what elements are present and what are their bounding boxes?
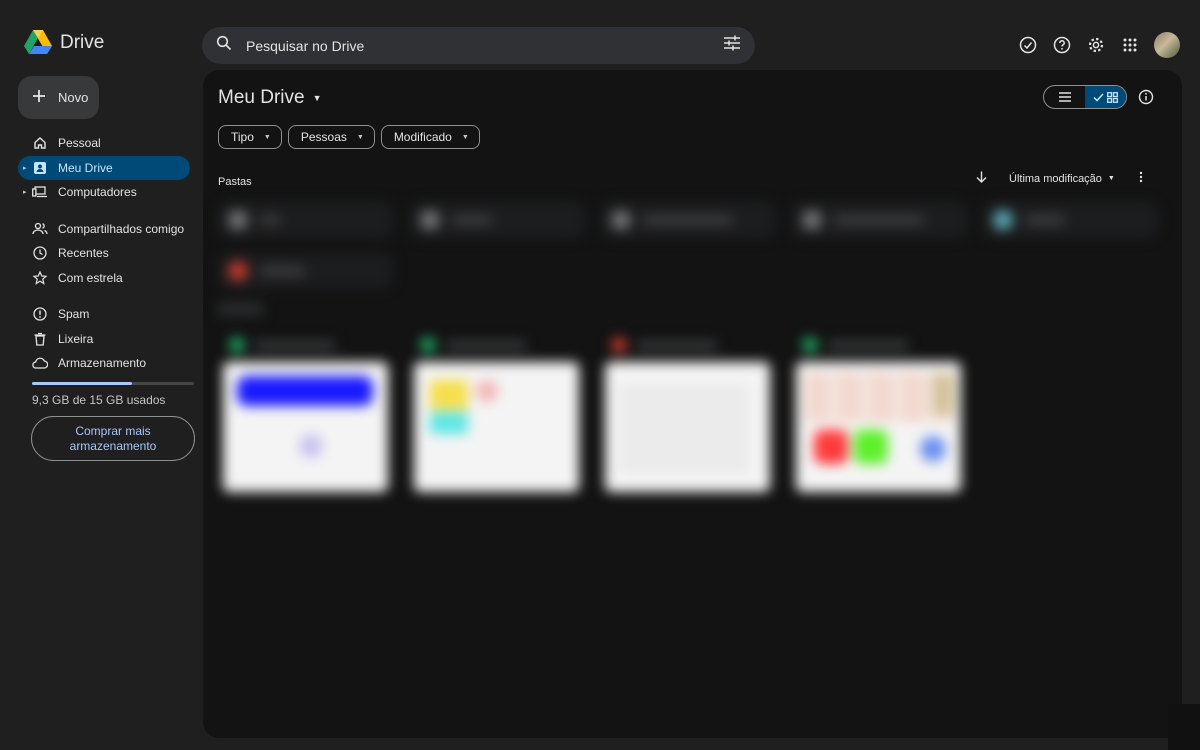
spam-icon <box>32 306 48 322</box>
app-name: Drive <box>60 31 105 53</box>
grid-view-button[interactable] <box>1085 86 1126 108</box>
sidebar-item-compartilhados[interactable]: Compartilhados comigo <box>18 217 190 242</box>
settings-gear-icon[interactable] <box>1086 35 1106 55</box>
section-heading-files <box>218 302 263 316</box>
dropdown-arrow-icon: ▼ <box>1107 175 1115 182</box>
apps-grid-icon[interactable] <box>1120 35 1140 55</box>
expand-arrow-icon[interactable]: ▸ <box>23 164 27 172</box>
new-button-label: Novo <box>58 90 89 105</box>
expand-arrow-icon[interactable]: ▸ <box>23 188 27 196</box>
folder-tile[interactable] <box>983 202 1158 238</box>
dropdown-arrow-icon: ▼ <box>461 133 469 141</box>
sidebar-item-label: Computadores <box>58 185 137 200</box>
sort-controls: Última modificação ▼ <box>976 171 1143 186</box>
star-icon <box>32 270 48 286</box>
sidebar-item-computadores[interactable]: ▸ Computadores <box>18 180 190 205</box>
plus-icon <box>32 89 46 106</box>
buy-storage-button[interactable]: Comprar mais armazenamento <box>31 416 195 461</box>
dropdown-arrow-icon: ▼ <box>263 133 271 141</box>
list-icon <box>1058 92 1071 102</box>
section-heading-folders: Pastas <box>218 176 252 188</box>
filter-chip-label: Pessoas <box>300 130 347 144</box>
clock-icon <box>32 245 48 261</box>
window-edge <box>1168 704 1200 750</box>
sidebar-item-label: Lixeira <box>58 331 94 346</box>
sidebar-item-label: Spam <box>58 307 90 322</box>
computer-icon <box>32 184 48 200</box>
avatar[interactable] <box>1154 32 1180 58</box>
help-icon[interactable] <box>1052 35 1072 55</box>
filter-chip-label: Tipo <box>231 130 254 144</box>
more-options-icon[interactable] <box>1139 171 1143 186</box>
sidebar-item-spam[interactable]: Spam <box>18 302 190 327</box>
sidebar-item-com-estrela[interactable]: Com estrela <box>18 266 190 291</box>
filter-chip-tipo[interactable]: Tipo ▼ <box>218 125 282 149</box>
sidebar-item-armazenamento[interactable]: Armazenamento <box>18 351 190 376</box>
filter-chip-pessoas[interactable]: Pessoas ▼ <box>287 125 375 149</box>
page-title[interactable]: Meu Drive ▼ <box>218 87 322 109</box>
dropdown-arrow-icon: ▼ <box>312 93 322 103</box>
sort-direction-arrow-icon[interactable] <box>976 171 987 186</box>
search-icon[interactable] <box>216 35 232 56</box>
folder-tile[interactable] <box>410 202 585 238</box>
file-card[interactable] <box>223 332 388 502</box>
sidebar-item-label: Pessoal <box>58 136 101 151</box>
sidebar-item-label: Meu Drive <box>58 160 113 175</box>
sidebar-item-pessoal[interactable]: Pessoal <box>18 131 190 156</box>
storage-usage-text: 9,3 GB de 15 GB usados <box>32 393 166 407</box>
check-icon <box>1093 92 1104 102</box>
storage-usage-bar <box>32 382 194 385</box>
folder-tile[interactable] <box>218 202 393 238</box>
new-button[interactable]: Novo <box>18 76 99 119</box>
file-card[interactable] <box>605 332 770 502</box>
sidebar-item-lixeira[interactable]: Lixeira <box>18 327 190 352</box>
list-view-button[interactable] <box>1044 86 1085 108</box>
grid-icon <box>1107 91 1118 103</box>
drive-logo-icon <box>24 30 52 54</box>
file-card[interactable] <box>796 332 961 502</box>
offline-ready-icon[interactable] <box>1018 35 1038 55</box>
sidebar-item-label: Armazenamento <box>58 356 147 371</box>
folder-tile[interactable] <box>792 202 967 238</box>
sidebar-item-label: Com estrela <box>58 270 123 285</box>
search-bar[interactable]: Pesquisar no Drive <box>202 27 755 64</box>
sidebar-nav: Pessoal ▸ Meu Drive ▸ Computadores Compa… <box>18 131 190 376</box>
cloud-icon <box>32 355 48 371</box>
page-title-text: Meu Drive <box>218 87 305 108</box>
filter-bar: Tipo ▼ Pessoas ▼ Modificado ▼ <box>218 125 480 149</box>
dropdown-arrow-icon: ▼ <box>356 133 364 141</box>
view-toggle <box>1043 85 1127 109</box>
home-icon <box>32 135 48 151</box>
trash-icon <box>32 331 48 347</box>
folder-tile[interactable] <box>601 202 776 238</box>
sidebar-item-recentes[interactable]: Recentes <box>18 241 190 266</box>
sidebar-item-label: Recentes <box>58 246 109 261</box>
folder-tile[interactable] <box>218 253 393 289</box>
sidebar-item-label: Compartilhados comigo <box>58 221 185 236</box>
storage-usage-fill <box>32 382 133 385</box>
main-panel: Meu Drive ▼ Tipo ▼ Pessoas ▼ Modificado … <box>203 70 1182 738</box>
search-options-icon[interactable] <box>723 35 741 56</box>
my-drive-icon <box>32 160 48 176</box>
file-card[interactable] <box>414 332 579 502</box>
info-icon[interactable] <box>1138 89 1154 110</box>
drive-logo[interactable]: Drive <box>24 30 104 55</box>
filter-chip-modificado[interactable]: Modificado ▼ <box>380 125 480 149</box>
sort-by-button[interactable]: Última modificação <box>1009 173 1102 185</box>
sidebar-item-meu-drive[interactable]: ▸ Meu Drive <box>18 155 190 180</box>
filter-chip-label: Modificado <box>393 130 452 144</box>
people-icon <box>32 221 48 237</box>
search-input[interactable]: Pesquisar no Drive <box>246 38 723 54</box>
